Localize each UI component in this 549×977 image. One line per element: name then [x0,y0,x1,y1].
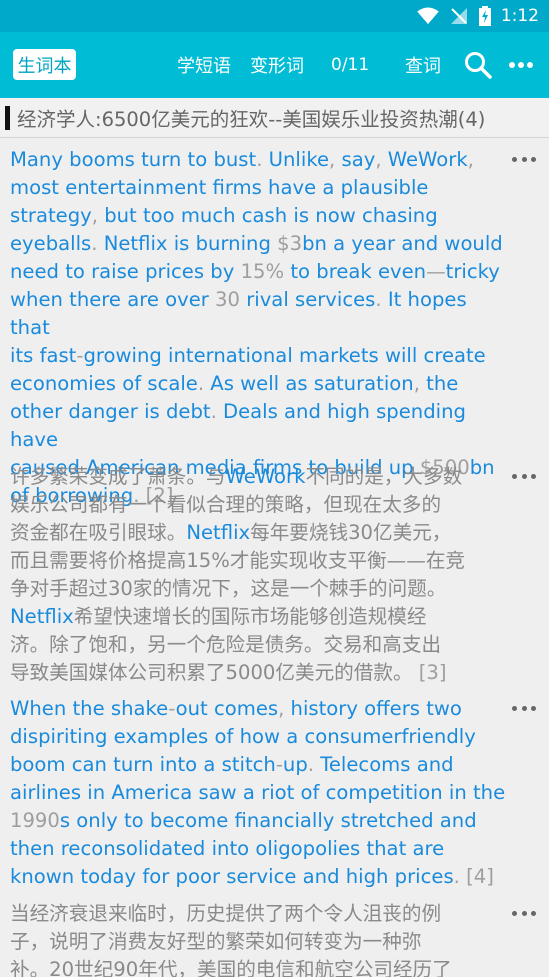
paragraph-line: 补。20世纪90年代，美国的电信和航空公司经历了 [10,958,452,977]
paragraph-line: need to raise prices by 15% to break eve… [10,260,500,283]
battery-charging-icon [478,6,491,26]
paragraph-line: known today for poor service and high pr… [10,865,494,888]
paragraph-line: then reconsolidated into oligopolies tha… [10,837,445,860]
wifi-icon [417,7,439,25]
paragraph-line: 济。除了饱和，另一个危险是债务。交易和高支出 [10,633,442,656]
paragraph-line: most entertainment firms have a plausibl… [10,176,429,199]
paragraph-line: boom can turn into a stitch-up. Telecoms… [10,753,454,776]
paragraph-line: 争对手超过30家的情况下，这是一个棘手的问题。 [10,577,447,600]
status-time: 1:12 [500,6,539,26]
article-title-row: 经济学人:6500亿美元的狂欢--美国娱乐业投资热潮(4) [0,98,549,138]
vocabulary-book-button[interactable]: 生词本 [13,49,76,80]
paragraph-line: 1990s only to become financially stretch… [10,809,477,832]
paragraph-line: 当经济衰退来临时，历史提供了两个令人沮丧的例 [10,902,442,925]
paragraph-line: when there are over 30 rival services. I… [10,288,467,339]
paragraph-line: 资金都在吸引眼球。Netflix每年要烧钱30亿美元， [10,521,452,544]
paragraph-line: economies of scale. As well as saturatio… [10,372,459,395]
paragraph-more-icon[interactable] [512,908,536,918]
paragraph-line: 娱乐公司都有一个看似合理的策略，但现在太多的 [10,493,442,516]
paragraph-line: When the shake-out comes, history offers… [10,697,462,720]
title-accent-bar [5,105,10,130]
paragraph-more-icon[interactable] [512,471,536,481]
top-toolbar: 生词本 学短语 变形词 0/11 查词 [0,32,549,98]
more-options-icon[interactable] [508,32,534,98]
paragraph-line: other danger is debt. Deals and high spe… [10,400,466,451]
article-title: 经济学人:6500亿美元的狂欢--美国娱乐业投资热潮(4) [17,108,486,131]
paragraph-line: strategy, but too much cash is now chasi… [10,204,438,227]
status-bar: 1:12 [0,0,549,32]
paragraph-line: eyeballs. Netflix is burning $3bn a year… [10,232,503,255]
paragraph-more-icon[interactable] [512,154,536,164]
paragraph-line: 而且需要将价格提高15%才能实现收支平衡——在竞 [10,549,466,572]
paragraph-line: 子，说明了消费友好型的繁荣如何转变为一种弥 [10,930,422,953]
english-paragraph[interactable]: When the shake-out comes, history offers… [10,695,512,891]
paragraph-line: 许多繁荣变成了萧条。与WeWork不同的是，大多数 [10,465,463,488]
paragraph-line: 导致美国媒体公司积累了5000亿美元的借款。 [3] [10,661,447,684]
inflection-words-button[interactable]: 变形词 [250,32,304,98]
english-paragraph[interactable]: Many booms turn to bust. Unlike, say, We… [10,146,512,510]
paragraph-line: Netflix希望快速增长的国际市场能够创造规模经 [10,605,427,628]
learn-phrases-button[interactable]: 学短语 [177,32,231,98]
chinese-paragraph[interactable]: 当经济衰退来临时，历史提供了两个令人沮丧的例 子，说明了消费友好型的繁荣如何转变为… [10,900,512,977]
paragraph-line: its fast-growing international markets w… [10,344,486,367]
cellular-no-signal-icon [450,8,467,24]
paragraph-line: airlines in America saw a riot of compet… [10,781,506,804]
paragraph-more-icon[interactable] [512,703,536,713]
chinese-paragraph[interactable]: 许多繁荣变成了萧条。与WeWork不同的是，大多数 娱乐公司都有一个看似合理的策略… [10,463,512,687]
search-icon[interactable] [464,32,492,98]
paragraph-line: Many booms turn to bust. Unlike, say, We… [10,148,474,171]
lookup-word-button[interactable]: 查词 [405,32,441,98]
word-counter: 0/11 [331,55,370,75]
paragraph-line: dispiriting examples of how a consumerfr… [10,725,476,748]
